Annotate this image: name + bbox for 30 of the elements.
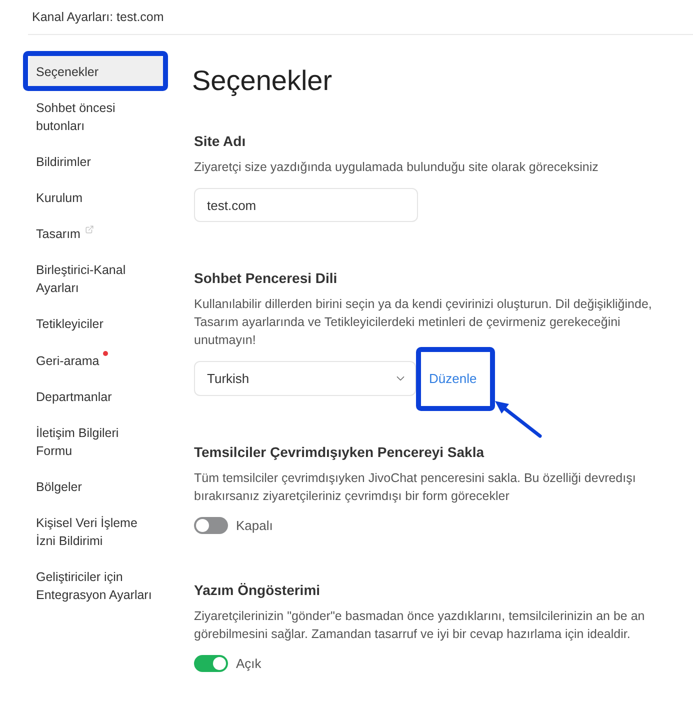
sidebar-item[interactable]: Tasarım	[29, 218, 163, 250]
section-title: Sohbet Penceresi Dili	[194, 269, 338, 288]
language-select[interactable]: Turkish	[194, 361, 416, 396]
sidebar-item[interactable]: Departmanlar	[29, 381, 163, 413]
edit-link[interactable]: Düzenle	[423, 366, 483, 392]
sidebar-item[interactable]: Sohbet öncesi butonları	[29, 92, 163, 142]
sidebar-item[interactable]: Kişisel Veri İşleme İzni Bildirimi	[29, 507, 163, 557]
toggle-label: Kapalı	[236, 518, 273, 533]
section-title: Yazım Öngösterimi	[194, 581, 322, 600]
sidebar-item[interactable]: Seçenekler	[29, 56, 163, 88]
sidebar-item[interactable]: İletişim Bilgileri Formu	[29, 417, 163, 467]
site-name-field[interactable]: test.com	[194, 188, 418, 222]
sidebar-item[interactable]: Bildirimler	[29, 146, 163, 178]
page-title: Seçenekler	[192, 64, 334, 98]
sidebar-item[interactable]: Geri-arama	[29, 344, 163, 377]
sidebar-item[interactable]: Geliştiriciler için Entegrasyon Ayarları	[29, 561, 163, 611]
section-description: Ziyaretçilerinizin "gönder"e basmadan önce yazdıklarını, temsilcilerinizin an be an görebilmesini sağlar. Zamandan tasarruf ve iyi bir cevap hazırlama için idealdir.	[194, 608, 646, 643]
sidebar-item[interactable]: Tetikleyiciler	[29, 308, 163, 340]
section-description: Ziyaretçi size yazdığında uygulamada bulunduğu site olarak göreceksiniz	[194, 159, 600, 176]
toggle-switch[interactable]	[194, 655, 228, 672]
sidebar-item[interactable]: Bölgeler	[29, 471, 163, 503]
sidebar-item[interactable]: Kurulum	[29, 182, 163, 214]
toggle-label: Açık	[236, 656, 262, 671]
section-description: Kullanılabilir dillerden birini seçin ya da kendi çevirinizi oluşturun. Dil değişikliğinde, Tasarım ayarlarında ve Tetikleyicilerdeki metinleri de çevirmeniz gerekeceğini unutmayın!	[194, 296, 653, 349]
header-title: Kanal Ayarları: test.com	[32, 10, 164, 24]
sidebar-item[interactable]: Birleştirici-Kanal Ayarları	[29, 254, 163, 304]
section-title: Temsilciler Çevrimdışıyken Pencereyi Sakla	[194, 443, 486, 462]
toggle-switch[interactable]	[194, 517, 228, 534]
section-title: Site Adı	[194, 132, 247, 151]
section-description: Tüm temsilciler çevrimdışıyken JivoChat penceresini sakla. Bu özelliği devredışı bırakırsanız ziyaretçileriniz çevrimdışı bir form görecekler	[194, 470, 637, 505]
